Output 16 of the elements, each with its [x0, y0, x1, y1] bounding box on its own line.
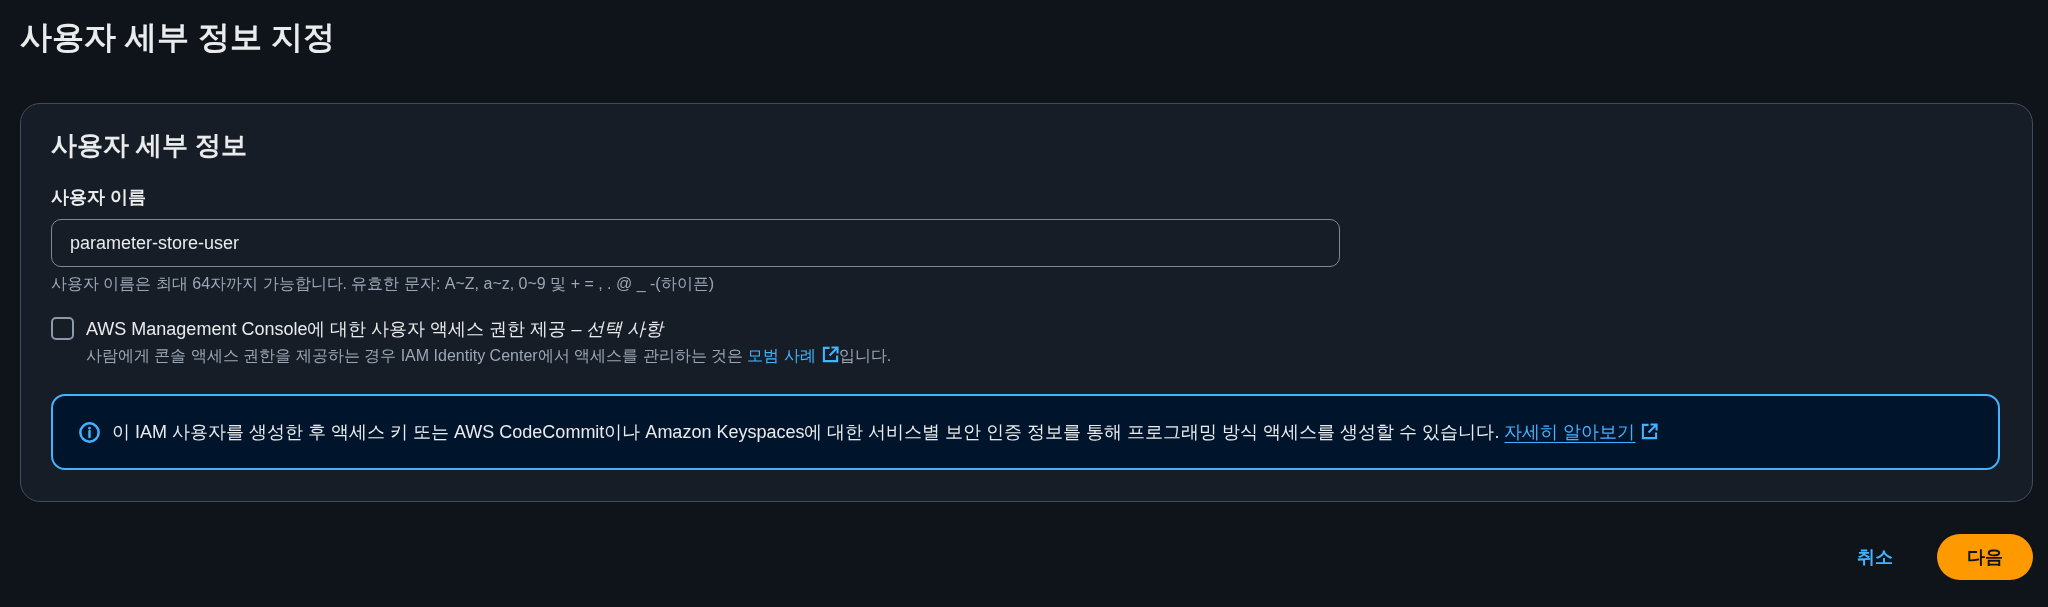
username-input[interactable]: parameter-store-user: [51, 219, 1340, 267]
cancel-button[interactable]: 취소: [1853, 535, 1897, 579]
field-label: 사용자 이름: [51, 186, 146, 209]
card-title: 사용자 세부 정보: [51, 129, 248, 162]
field-hint: 사용자 이름은 최대 64자까지 가능합니다. 유효한 문자: A~Z, a~z, 0~9 및 + = , . @ _ -(하이픈): [51, 274, 715, 294]
external-link-icon: [1641, 423, 1659, 440]
info-icon: [79, 421, 100, 443]
best-practices-link[interactable]: 모범 사례: [747, 347, 839, 364]
alert-message: 이 IAM 사용자를 생성한 후 액세스 키 또는 AWS CodeCommit이나 Amazon Keyspaces에 대한 서비스별 보안 인증 정보를 통해 프로그래밍 방식 액세스를 생성할 수 있습니다. 자세히 알아보기: [112, 420, 1659, 444]
page-title: 사용자 세부 정보 지정: [20, 18, 335, 57]
learn-more-link[interactable]: 자세히 알아보기: [1504, 422, 1659, 442]
access-description: 사람에게 콘솔 액세스 권한을 제공하는 경우 IAM Identity Center에서 액세스를 관리하는 것은 모범 사례 입니다.: [86, 345, 892, 366]
checkbox-label: AWS Management Console에 대한 사용자 액세스 권한 제공 – 선택 사항: [86, 318, 664, 341]
checkbox[interactable]: [51, 317, 74, 340]
external-link-icon: [821, 346, 839, 363]
next-button[interactable]: 다음: [1937, 534, 2033, 580]
